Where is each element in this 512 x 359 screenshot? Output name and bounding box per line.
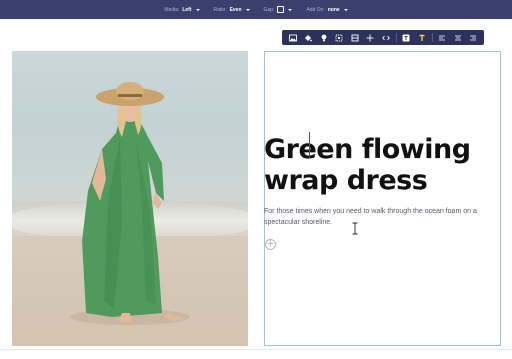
ratio-value: Even [229,6,242,13]
fill-icon [305,34,313,41]
layout-icon [351,34,359,41]
tool-align-left[interactable] [434,30,450,45]
tool-crop[interactable] [332,30,348,45]
editor-top-bar: Media: Left Ratio: Even Gap: Add On: non… [0,0,512,19]
text-block-selection[interactable] [264,51,501,346]
toolbar-divider [431,33,433,42]
image-icon [288,34,297,41]
text-caret [309,132,310,158]
media-dropdown[interactable]: Media: Left [164,6,200,13]
code-icon [382,35,390,40]
add-on-label: Add On: [306,6,325,13]
align-right-icon [470,35,477,40]
tool-code[interactable] [378,30,394,45]
chevron-down-icon [343,8,348,11]
crop-icon [335,34,343,41]
align-left-icon [439,35,446,40]
tool-image[interactable] [285,30,301,45]
text-cursor-icon [352,222,358,235]
chevron-down-icon [195,8,200,11]
text-style-icon [402,34,410,41]
tool-align-right[interactable] [465,30,481,45]
gap-control[interactable]: Gap: [264,6,293,13]
move-icon [366,34,374,41]
tool-text-color[interactable] [414,30,430,45]
tool-align-center[interactable] [450,30,466,45]
tool-move[interactable] [363,30,379,45]
align-center-icon [454,35,461,40]
text-color-icon [419,34,425,41]
gap-label: Gap: [263,6,275,13]
ratio-dropdown[interactable]: Ratio: Even [214,7,250,13]
media-label: Media: [164,6,180,13]
tool-layout[interactable] [347,30,363,45]
media-image[interactable] [12,51,248,346]
tool-fill[interactable] [301,30,317,45]
block-toolbar [282,30,484,45]
tool-bulb[interactable] [316,30,332,45]
gap-icon [277,6,285,13]
canvas-bottom-divider [0,349,512,350]
toolbar-divider [395,33,397,42]
tool-text-style[interactable] [399,30,415,45]
chevron-down-icon [288,8,293,11]
body-paragraph[interactable]: For those times when you need to walk th… [264,206,500,228]
ratio-label: Ratio: [213,6,227,13]
add-on-dropdown[interactable]: Add On: none [306,6,348,13]
chevron-down-icon [245,8,250,11]
add-on-value: none [327,6,340,13]
bulb-icon [321,34,327,41]
add-block-button[interactable]: + [265,239,276,250]
media-value: Left [182,6,192,13]
woman-figure [70,82,190,325]
page-heading[interactable]: Green flowing wrap dress [264,134,500,196]
